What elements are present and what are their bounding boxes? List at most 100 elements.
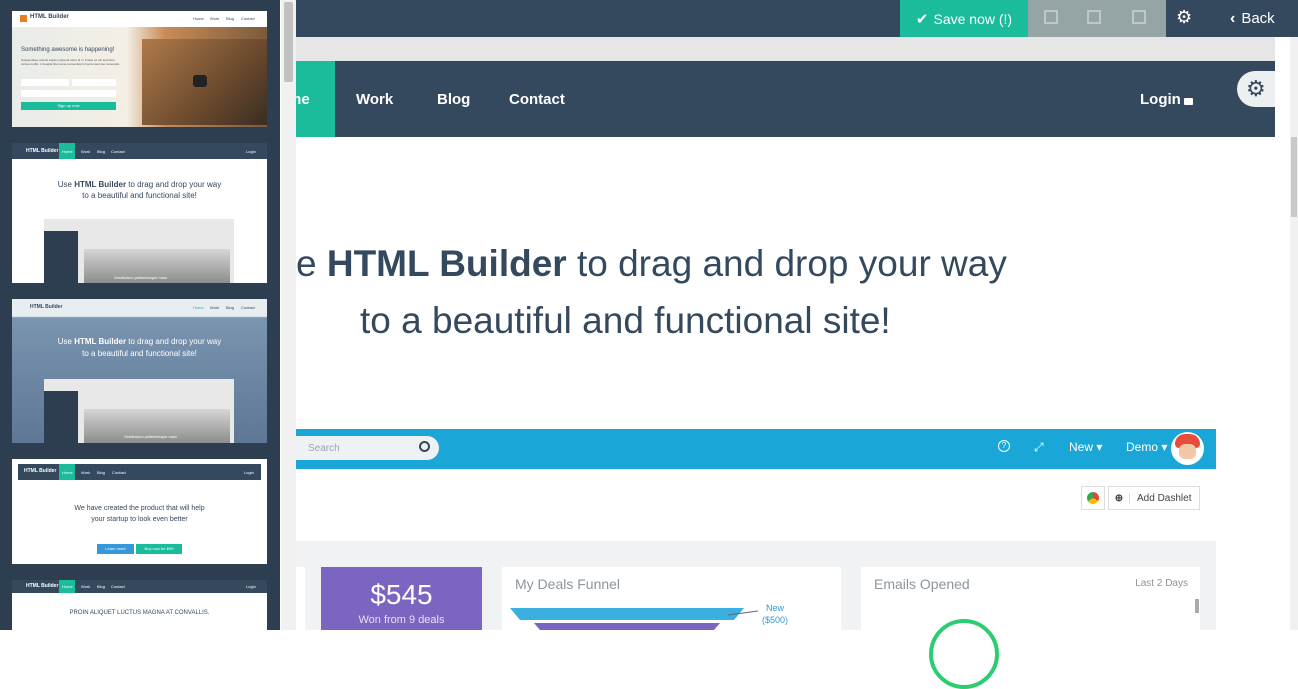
funnel-label-new: New <box>766 603 785 613</box>
thumb-nav-contact: Contact <box>241 305 255 310</box>
thumb-nav-contact: Contact <box>111 584 125 589</box>
thumb-input-3 <box>21 90 116 97</box>
emails-opened-card: Emails Opened Last 2 Days <box>861 567 1200 689</box>
hero-section: e HTML Builder to drag and drop your way… <box>296 137 1275 429</box>
thumbnail-header-video[interactable]: HTML Builder Home Work Blog Contact Some… <box>12 11 267 127</box>
canvas-top-strip <box>296 37 1275 61</box>
thumb-input-2 <box>72 79 116 86</box>
thumb-body: Suspendisse potenti sapien placerat tort… <box>21 58 120 66</box>
expand-icon[interactable]: ⤢ <box>1034 440 1044 455</box>
thumb-nav-home: Home <box>193 16 204 21</box>
duplicate-icon[interactable] <box>1044 10 1058 24</box>
builder-toolbar: ✔ Save now (!) ⚙ ‹ Back <box>296 0 1298 37</box>
app-preview-subbar: ⊕ Add Dashlet <box>296 469 1216 541</box>
left-card-stub <box>296 567 305 630</box>
sidebar-scroll-thumb[interactable] <box>284 2 293 82</box>
emails-title: Emails Opened <box>874 576 970 592</box>
funnel-label-amount: ($500) <box>762 615 789 625</box>
app-preview-topbar: Search ? ⤢ New ▾ Demo ▾ <box>296 429 1216 469</box>
thumb-nav-work: Work <box>210 16 220 21</box>
thumb-nav-contact: Contact <box>111 149 125 154</box>
play-icon <box>193 75 207 87</box>
back-button[interactable]: ‹ Back <box>1230 0 1275 37</box>
thumb-brand: HTML Builder <box>24 468 57 474</box>
thumb-nav-blog: Blog <box>97 584 106 589</box>
add-dashlet-button[interactable]: ⊕ Add Dashlet <box>1108 486 1200 510</box>
price-value: $545 <box>370 579 433 610</box>
emails-range: Last 2 Days <box>1135 578 1188 589</box>
chrome-icon[interactable] <box>1081 486 1105 510</box>
thumb-nav-home: Home <box>62 149 73 154</box>
thumb-brand: HTML Builder <box>26 148 59 154</box>
thumb-tagline-line1: We have created the product that will he… <box>74 505 205 512</box>
thumb-nav-home: Home <box>62 470 73 475</box>
search-icon <box>419 441 430 452</box>
thumb-nav-blog: Blog <box>226 16 235 21</box>
thumb-nav-work: Work <box>210 305 220 310</box>
thumb-brand: HTML Builder <box>26 583 59 589</box>
nav-home-link[interactable]: me <box>296 61 335 137</box>
plus-circle-icon: ⊕ <box>1109 492 1130 504</box>
thumb-nav-blog: Blog <box>97 470 106 475</box>
save-label: Save now (!) <box>933 10 1013 27</box>
thumb-hero-line2: to a beautiful and functional site! <box>82 349 197 358</box>
thumb-preview-caption: Vestibulum pellentesque nunc <box>124 434 178 439</box>
nav-login-link[interactable]: Login <box>1140 61 1193 137</box>
thumbnail-hero-builder[interactable]: HTML Builder Home Work Blog Contact Logi… <box>12 143 267 283</box>
user-dropdown[interactable]: Demo ▾ <box>1126 440 1167 454</box>
thumbnail-features[interactable]: HTML Builder Home Work Blog Contact Logi… <box>12 580 267 630</box>
thumb-nav-blog: Blog <box>226 305 235 310</box>
thumb-buy-button: Buy now for $99 <box>136 544 182 554</box>
nav-work-link[interactable]: Work <box>356 61 393 137</box>
window-icon[interactable] <box>1087 10 1101 24</box>
canvas-scrollbar[interactable] <box>1290 37 1298 630</box>
thumb-nav-contact: Contact <box>241 16 255 21</box>
chevron-left-icon: ‹ <box>1230 9 1236 27</box>
thumb-tagline-line2: your startup to look even better <box>91 516 188 523</box>
thumb-nav-contact: Contact <box>112 470 126 475</box>
canvas-scroll-thumb[interactable] <box>1291 137 1297 217</box>
thumb-logo-icon <box>20 15 27 22</box>
thumb-hero-line1: Use HTML Builder to drag and drop your w… <box>57 180 222 189</box>
thumb-heading: PROIN ALIQUET LUCTUS MAGNA AT CONVALLIS. <box>69 610 210 616</box>
page-navbar: me Work Blog Contact Login <box>296 61 1275 137</box>
gear-icon: ⚙ <box>1246 76 1266 101</box>
export-icon[interactable] <box>1132 10 1146 24</box>
thumb-nav-home: Home <box>62 584 73 589</box>
thumb-brand: HTML Builder <box>30 304 63 310</box>
nav-contact-link[interactable]: Contact <box>509 61 565 137</box>
thumb-brand: HTML Builder <box>30 14 69 20</box>
thumb-login: Login <box>246 149 256 154</box>
help-icon[interactable]: ? <box>998 440 1010 452</box>
lock-icon <box>1183 97 1193 105</box>
hero-headline-line1: e HTML Builder to drag and drop your way <box>296 243 1007 284</box>
thumb-input-1 <box>21 79 69 86</box>
thumb-nav-work: Work <box>81 470 91 475</box>
card-scrollbar[interactable] <box>1195 599 1199 613</box>
sidebar-scrollbar[interactable] <box>281 0 296 630</box>
nav-blog-link[interactable]: Blog <box>437 61 470 137</box>
price-caption: Won from 9 deals <box>358 614 445 626</box>
save-button[interactable]: ✔ Save now (!) <box>900 0 1028 37</box>
thumb-heading: Something awesome is happening! <box>21 47 115 53</box>
thumb-login: Login <box>244 470 254 475</box>
page-tools-group <box>1028 0 1166 37</box>
check-icon: ✔ <box>915 10 929 28</box>
thumb-nav-blog: Blog <box>97 149 106 154</box>
funnel-chart <box>510 608 759 630</box>
deals-funnel-card: My Deals Funnel New ($500) <box>502 567 841 630</box>
thumbnail-startup-cta[interactable]: HTML Builder Home Work Blog Contact Logi… <box>12 459 267 564</box>
thumb-app-preview: Vestibulum pellentesque nunc <box>44 379 234 443</box>
new-dropdown[interactable]: New ▾ <box>1069 440 1102 454</box>
thumb-hero-line2: to a beautiful and functional site! <box>82 191 197 200</box>
gear-icon[interactable]: ⚙ <box>1176 7 1192 28</box>
thumb-nav-work: Work <box>81 584 91 589</box>
thumb-preview-caption: Vestibulum pellentesque nunc <box>114 275 168 280</box>
thumb-app-preview: Vestibulum pellentesque nunc <box>44 219 234 283</box>
thumbnail-hero-builder-blue[interactable]: HTML Builder Home Work Blog Contact Use … <box>12 299 267 443</box>
thumb-hero-line1: Use HTML Builder to drag and drop your w… <box>57 337 222 346</box>
search-input[interactable]: Search <box>296 436 439 460</box>
thumb-nav-work: Work <box>81 149 91 154</box>
avatar[interactable] <box>1171 432 1204 465</box>
block-thumbnails-sidebar: HTML Builder Home Work Blog Contact Some… <box>0 0 280 630</box>
